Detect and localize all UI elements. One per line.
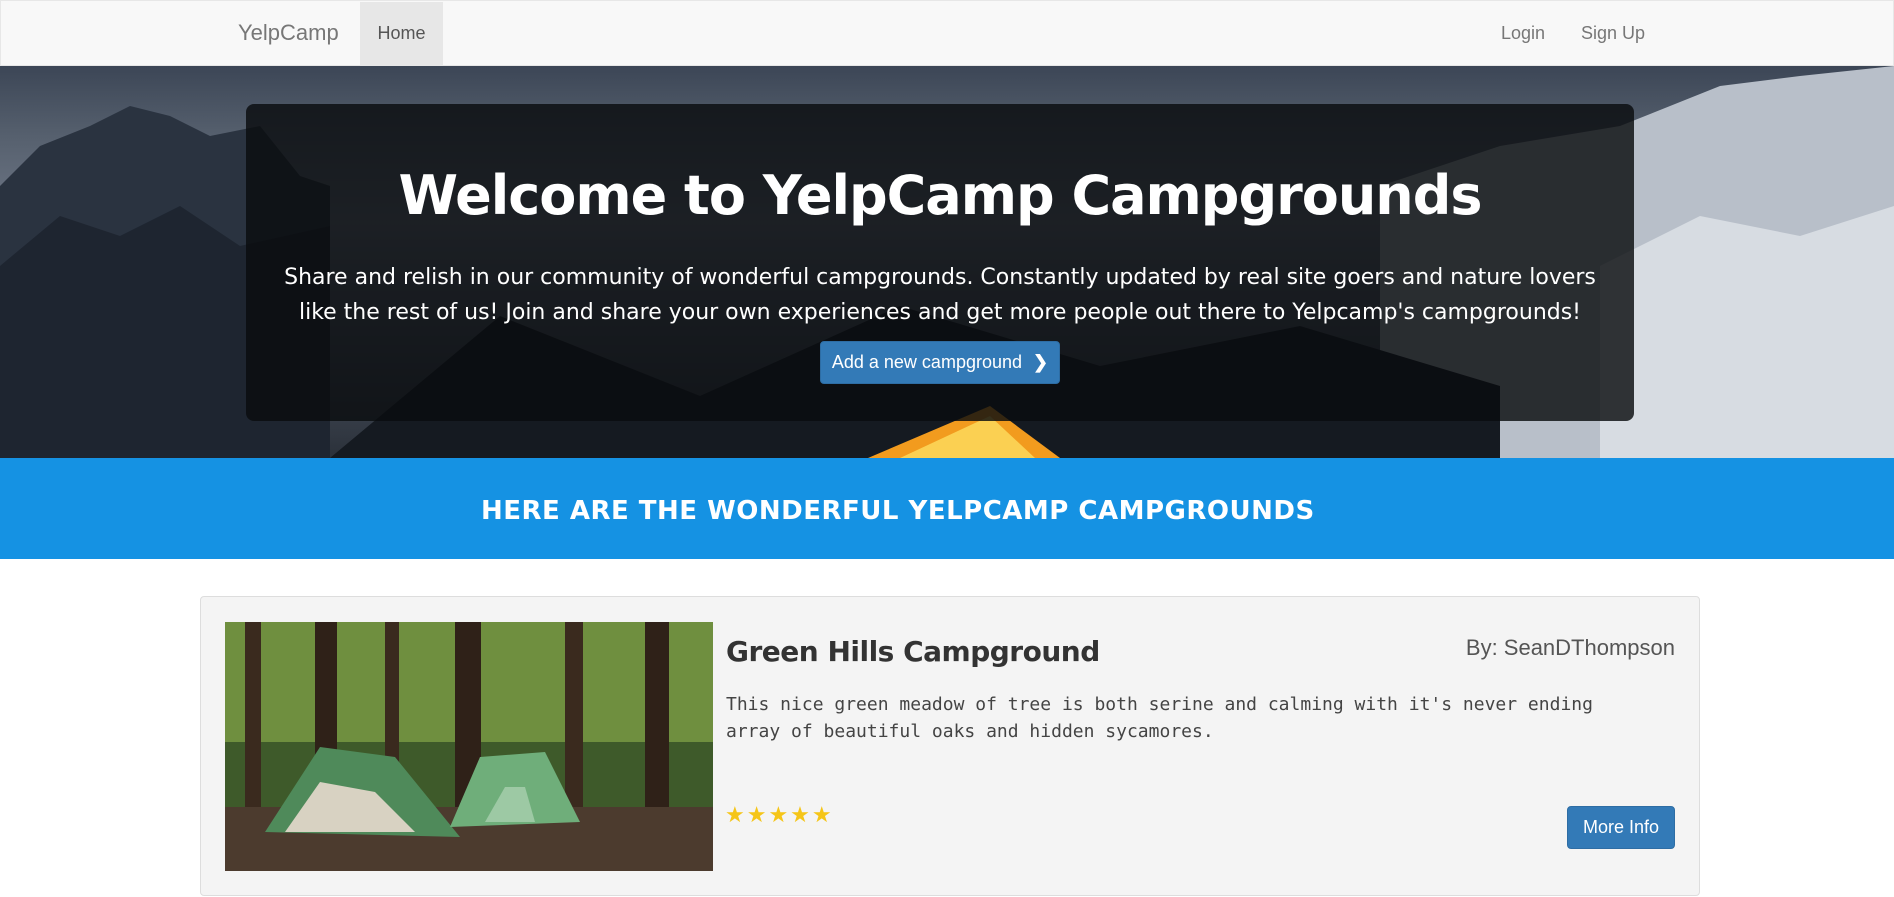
more-info-button[interactable]: More Info — [1567, 806, 1675, 849]
hero-section: Welcome to YelpCamp Campgrounds Share an… — [0, 66, 1894, 458]
campground-name[interactable]: Green Hills Campground — [726, 635, 1100, 668]
campground-description: This nice green meadow of tree is both s… — [726, 694, 1593, 742]
add-campground-button[interactable]: Add a new campground ❯ — [820, 341, 1060, 384]
brand-link[interactable]: YelpCamp — [238, 1, 339, 65]
chevron-right-icon: ❯ — [1033, 352, 1049, 372]
campground-card: Green Hills Campground By: SeanDThompson… — [200, 596, 1700, 896]
nav-signup-link[interactable]: Sign Up — [1581, 1, 1645, 65]
hero-title: Welcome to YelpCamp Campgrounds — [398, 164, 1482, 227]
nav-login-link[interactable]: Login — [1501, 1, 1545, 65]
star-rating: ★★★★★ — [725, 802, 834, 827]
section-title: HERE ARE THE WONDERFUL YELPCAMP CAMPGROU… — [481, 496, 1315, 526]
campground-author: By: SeanDThompson — [1465, 635, 1675, 660]
top-navbar: YelpCamp Home Login Sign Up — [0, 0, 1894, 66]
campground-image[interactable] — [225, 622, 713, 871]
hero-description: Share and relish in our community of won… — [284, 265, 1596, 325]
hero-jumbotron: Welcome to YelpCamp Campgrounds Share an… — [246, 104, 1634, 421]
section-banner: HERE ARE THE WONDERFUL YELPCAMP CAMPGROU… — [0, 458, 1894, 559]
add-campground-label: Add a new campground — [831, 352, 1022, 372]
nav-home-link[interactable]: Home — [360, 2, 443, 65]
